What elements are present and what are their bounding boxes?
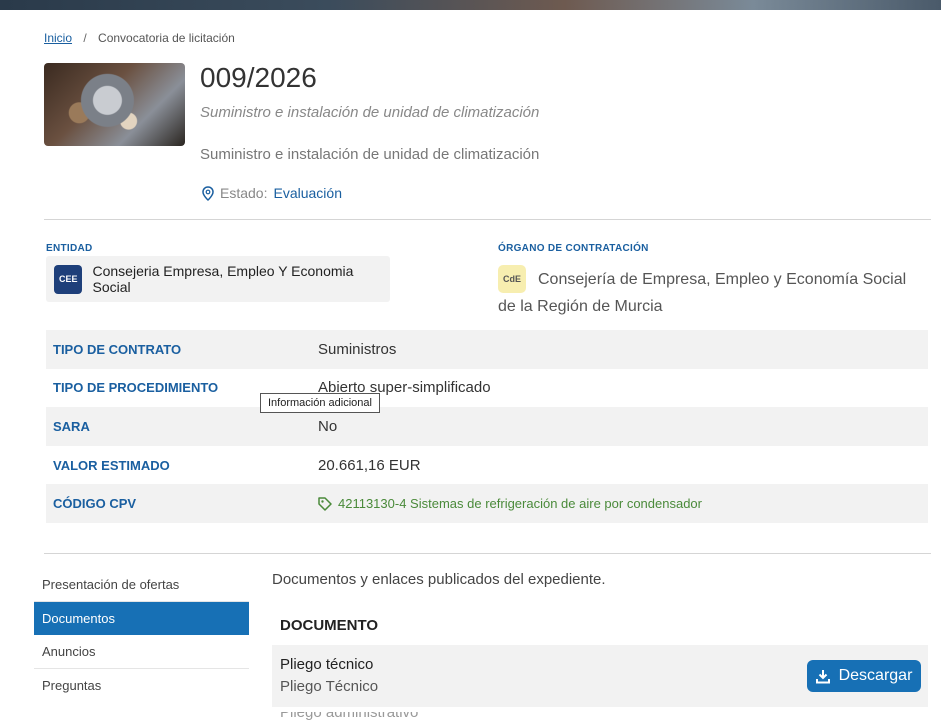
breadcrumb-separator: / [83,31,87,45]
side-navigation: Presentación de ofertas Documentos Anunc… [34,568,249,702]
page-description: Suministro e instalación de unidad de cl… [200,146,540,163]
status-value: Evaluación [273,185,342,201]
property-value: No [318,417,338,435]
entidad-box: CEE Consejeria Empresa, Empleo Y Economi… [46,256,390,302]
status-line: Estado: Evaluación [202,185,342,201]
property-row: TIPO DE PROCEDIMIENTO Abierto super-simp… [46,369,928,408]
nav-item-presentacion-ofertas[interactable]: Presentación de ofertas [34,568,249,602]
tooltip: Información adicional [260,393,380,413]
breadcrumb: Inicio / Convocatoria de licitación [44,31,235,45]
document-description: Pliego Técnico [280,678,379,695]
page-subtitle-italic: Suministro e instalación de unidad de cl… [200,104,540,121]
property-key: TIPO DE CONTRATO [53,341,182,357]
breadcrumb-current: Convocatoria de licitación [98,31,235,45]
property-row: CÓDIGO CPV 42113130-4 Sistemas de refrig… [46,484,928,523]
breadcrumb-home-link[interactable]: Inicio [44,31,72,45]
property-row: VALOR ESTIMADO 20.661,16 EUR [46,446,928,485]
entidad-badge: CEE [54,264,83,294]
nav-item-preguntas[interactable]: Preguntas [34,669,249,702]
status-label: Estado: [220,185,268,201]
download-icon [815,669,830,683]
organo-label: ÓRGANO DE CONTRATACIÓN [498,243,649,254]
cpv-link[interactable]: 42113130-4 Sistemas de refrigeración de … [318,496,702,511]
document-title-partial: Pliego administrativo [280,712,420,720]
page-title: 009/2026 [200,62,317,93]
property-key: VALOR ESTIMADO [53,457,170,473]
property-key: SARA [53,418,90,434]
document-row-partial: Pliego administrativo [280,712,420,720]
header-banner-image [0,0,941,10]
organo-name: Consejería de Empresa, Empleo y Economía… [498,271,907,315]
property-value: Suministros [318,340,397,358]
document-row: Pliego técnico Pliego Técnico Descargar [272,645,928,707]
download-button[interactable]: Descargar [807,660,921,692]
property-row: TIPO DE CONTRATO Suministros [46,330,928,369]
section-divider [44,219,931,220]
documents-intro: Documentos y enlaces publicados del expe… [272,571,606,588]
cpv-value: 42113130-4 Sistemas de refrigeración de … [338,496,702,512]
property-row: SARA No [46,407,928,446]
entidad-label: ENTIDAD [46,243,93,254]
location-pin-icon [202,185,214,201]
contract-properties-table: TIPO DE CONTRATO Suministros TIPO DE PRO… [46,330,928,523]
organo-badge: CdE [498,265,526,293]
section-divider [44,553,931,554]
tender-thumbnail-image [44,63,185,146]
nav-item-documentos[interactable]: Documentos [34,602,249,635]
entidad-name: Consejeria Empresa, Empleo Y Economia So… [92,263,354,295]
tag-icon [318,496,332,511]
documents-column-header: DOCUMENTO [280,617,379,634]
property-value: 20.661,16 EUR [318,456,421,474]
download-label: Descargar [838,667,913,684]
document-title: Pliego técnico [280,656,374,673]
property-key: CÓDIGO CPV [53,496,137,512]
nav-item-anuncios[interactable]: Anuncios [34,635,249,669]
